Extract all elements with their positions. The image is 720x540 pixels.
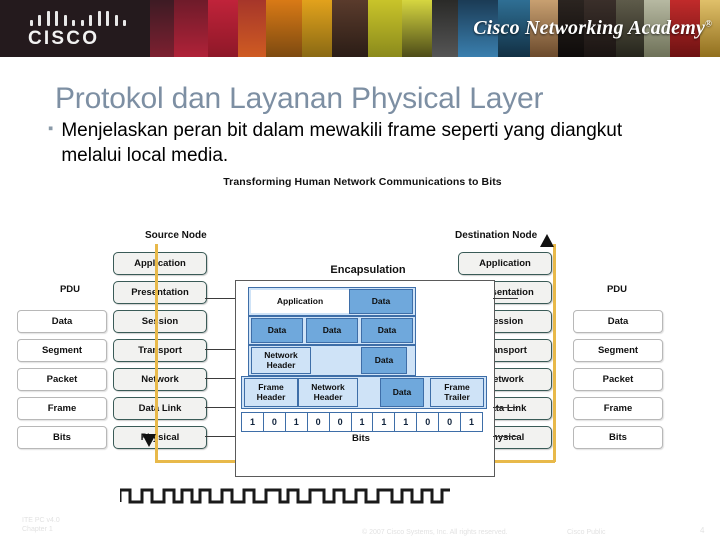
bit-cell: 1 bbox=[373, 413, 396, 431]
connector-transport bbox=[205, 349, 235, 351]
encap-bits-row: 1 0 1 0 0 1 1 1 0 0 1 bbox=[241, 412, 483, 432]
connector-physical-right bbox=[493, 436, 518, 438]
source-layer-presentation: Presentation bbox=[113, 281, 207, 304]
cisco-wordmark: CISCO bbox=[28, 28, 100, 49]
destination-node-label: Destination Node bbox=[455, 230, 538, 241]
bit-cell: 0 bbox=[439, 413, 462, 431]
source-layer-application: Application bbox=[113, 252, 207, 275]
footer-confidentiality: Cisco Public bbox=[567, 529, 606, 536]
pdu-header-left: PDU bbox=[59, 284, 81, 295]
pdu-box-data-left: Data bbox=[17, 310, 107, 333]
bit-cell: 1 bbox=[352, 413, 374, 431]
bit-cell: 0 bbox=[264, 413, 286, 431]
flow-line-up bbox=[553, 244, 556, 462]
encap-row-application: Application Data bbox=[248, 287, 416, 316]
encap-cell-packet-tail bbox=[407, 348, 413, 373]
destination-layer-application: Application bbox=[458, 252, 552, 275]
encap-cell-frame-network-header: Network Header bbox=[298, 378, 358, 407]
signal-waveform-icon bbox=[120, 488, 450, 504]
encap-row-packet: Network Header Data bbox=[248, 345, 416, 376]
page-title: Protokol dan Layanan Physical Layer bbox=[55, 82, 544, 115]
pdu-box-segment-right: Segment bbox=[573, 339, 663, 362]
encap-cell-frame-gap bbox=[358, 379, 380, 406]
connector-physical bbox=[205, 436, 235, 438]
source-layer-data-link: Data Link bbox=[113, 397, 207, 420]
footer-page-number: 4 bbox=[700, 526, 705, 535]
bit-cell: 1 bbox=[242, 413, 264, 431]
pdu-box-bits-left: Bits bbox=[17, 426, 107, 449]
source-layer-session: Session bbox=[113, 310, 207, 333]
source-layer-physical: Physical bbox=[113, 426, 207, 449]
encap-cell-network-header: Network Header bbox=[251, 347, 311, 374]
networking-academy-label: Cisco Networking Academy bbox=[473, 17, 706, 39]
cisco-bridge-icon bbox=[30, 11, 126, 26]
encap-cell-application: Application bbox=[251, 290, 349, 313]
encap-cell-segment-1: Data bbox=[251, 318, 303, 343]
encap-cell-frame-header: Frame Header bbox=[244, 378, 298, 407]
footer-chapter: Chapter 1 bbox=[22, 526, 53, 533]
encap-cell-segment-3: Data bbox=[361, 318, 413, 343]
trademark-symbol: ® bbox=[705, 18, 712, 29]
encap-row-frame: Frame Header Network Header Data Frame T… bbox=[241, 376, 487, 409]
pdu-box-data-right: Data bbox=[573, 310, 663, 333]
bullet-item-text: Menjelaskan peran bit dalam mewakili fra… bbox=[61, 120, 623, 166]
encap-cell-frame-data: Data bbox=[380, 378, 424, 407]
footer-course: ITE PC v4.0 bbox=[22, 517, 60, 524]
header-banner: CISCO Cisco Networking Academy® bbox=[0, 0, 720, 57]
source-layer-transport: Transport bbox=[113, 339, 207, 362]
source-layer-network: Network bbox=[113, 368, 207, 391]
pdu-box-frame-right: Frame bbox=[573, 397, 663, 420]
encap-row-segments: Data Data Data bbox=[248, 316, 416, 345]
bit-cell: 1 bbox=[469, 417, 475, 427]
networking-academy-wordmark: Cisco Networking Academy® bbox=[473, 17, 712, 40]
pdu-box-frame-left: Frame bbox=[17, 397, 107, 420]
connector-network bbox=[205, 378, 235, 380]
pdu-box-segment-left: Segment bbox=[17, 339, 107, 362]
bullet-list: ▪ Menjelaskan peran bit dalam mewakili f… bbox=[48, 118, 688, 168]
bit-cell: 0 bbox=[417, 413, 440, 431]
flow-arrow-down-icon bbox=[142, 434, 156, 447]
pdu-box-bits-right: Bits bbox=[573, 426, 663, 449]
pdu-header-right: PDU bbox=[606, 284, 628, 295]
diagram-title: Transforming Human Network Communication… bbox=[223, 176, 502, 188]
footer-copyright: © 2007 Cisco Systems, Inc. All rights re… bbox=[362, 529, 508, 536]
pdu-box-packet-right: Packet bbox=[573, 368, 663, 391]
encap-cell-segment-2: Data bbox=[306, 318, 358, 343]
flow-line-down bbox=[155, 244, 158, 462]
bit-cell: 0 bbox=[308, 413, 330, 431]
source-node-label: Source Node bbox=[145, 230, 207, 241]
pdu-box-packet-left: Packet bbox=[17, 368, 107, 391]
encapsulation-diagram: Transforming Human Network Communication… bbox=[17, 172, 670, 507]
encap-cell-packet-data: Data bbox=[361, 347, 407, 374]
encap-cell-packet-gap bbox=[311, 348, 361, 373]
connector-data-link-right bbox=[493, 407, 518, 409]
cisco-logo: CISCO bbox=[26, 11, 156, 49]
bullet-marker-icon: ▪ bbox=[48, 120, 54, 137]
connector-data-link bbox=[205, 407, 235, 409]
encap-cell-frame-trailer: Frame Trailer bbox=[430, 378, 484, 407]
bit-cell: 1 bbox=[395, 413, 418, 431]
bit-cell: 0 bbox=[330, 413, 352, 431]
footer-course-info: ITE PC v4.0 Chapter 1 bbox=[22, 516, 60, 534]
bit-cell: 1 bbox=[286, 413, 308, 431]
connector-application-right bbox=[493, 298, 518, 300]
flow-arrow-up-icon bbox=[540, 234, 554, 247]
bits-caption: Bits bbox=[352, 433, 370, 444]
encap-cell-app-data: Data bbox=[349, 289, 413, 314]
connector-application bbox=[205, 298, 235, 300]
encapsulation-title: Encapsulation bbox=[330, 264, 406, 276]
